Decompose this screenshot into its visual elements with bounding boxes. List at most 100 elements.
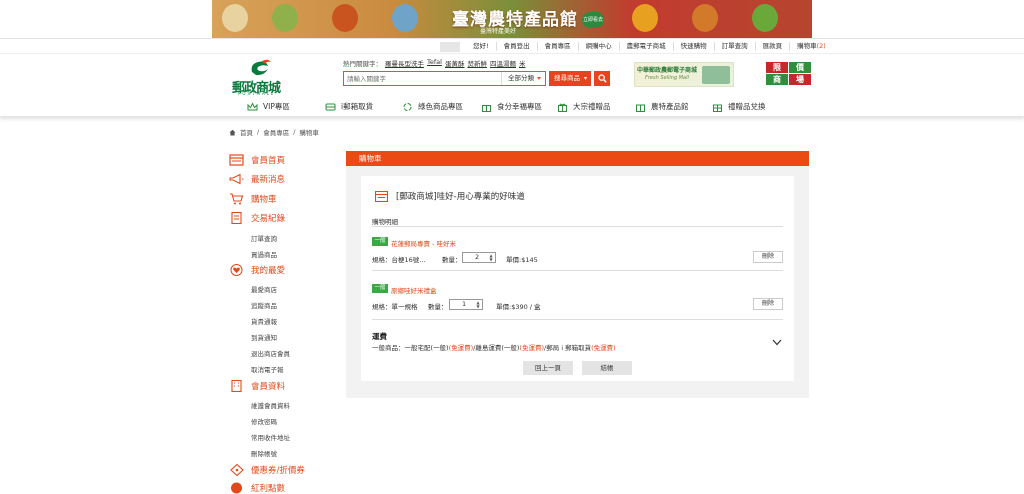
nav-ibox[interactable]: i郵箱取貨 xyxy=(325,101,373,112)
top-banner[interactable]: 臺灣農特產品館 臺灣特產美好 立即看去 xyxy=(212,0,812,38)
sidebar-arrival-notice[interactable]: 到貨通知 xyxy=(251,332,277,342)
agri-mall-link[interactable]: 農郵電子商城 xyxy=(620,42,674,51)
quantity-stepper[interactable]: 2 ▲ ▼ xyxy=(462,252,496,263)
sidebar-coupons[interactable]: 優惠券/折價券 xyxy=(229,464,305,476)
search-box: 全部分類 xyxy=(343,71,546,86)
sidebar-bought-items[interactable]: 買過商品 xyxy=(251,249,277,259)
sidebar-label: 交易紀錄 xyxy=(251,214,286,224)
back-button[interactable]: 回上一頁 xyxy=(523,361,573,375)
breadcrumb: 首頁 / 會員專區 / 購物車 xyxy=(229,127,319,137)
nav-agri-products[interactable]: 農特產品館 xyxy=(635,101,689,112)
promo-badge[interactable]: 限 價 商 場 xyxy=(764,62,812,88)
breadcrumb-member[interactable]: 會員專區 xyxy=(263,127,289,137)
sidebar-fav-shops[interactable]: 最愛商店 xyxy=(251,284,277,294)
nav-gift-exchange[interactable]: 禮贈品兌換 xyxy=(712,101,766,112)
sidebar-price-alert[interactable]: 貨貴通報 xyxy=(251,316,277,326)
sidebar-label: 會員資料 xyxy=(251,382,286,392)
remit-link[interactable]: 匯款頁 xyxy=(756,42,791,51)
delete-button[interactable]: 刪除 xyxy=(753,251,783,263)
checkout-button[interactable]: 結帳 xyxy=(582,361,632,375)
quantity-stepper[interactable]: 1 ▲ ▼ xyxy=(449,299,483,310)
item-price: 單價:$390 / 盒 xyxy=(496,303,541,311)
agri-mall-ad[interactable]: 中華郵政農郵電子商城 Fresh Selling Mall xyxy=(634,62,734,87)
hot-keyword[interactable]: 四溫湯麵 xyxy=(490,58,516,68)
nav-label: 食分幸福專區 xyxy=(497,102,542,111)
postmall-logo[interactable]: 郵政商城 POSTMALL xyxy=(232,58,288,96)
nav-label: 農特產品館 xyxy=(651,102,689,111)
breadcrumb-current: 購物車 xyxy=(299,129,319,137)
receipt-icon xyxy=(231,212,242,224)
sidebar-favorites[interactable]: 我的最愛 xyxy=(229,264,285,276)
nav-label: 綠色商品專區 xyxy=(418,102,463,111)
quick-buy-link[interactable]: 快速購物 xyxy=(674,42,715,51)
hot-keyword[interactable]: 米 xyxy=(519,58,526,68)
banner-button[interactable]: 立即看去 xyxy=(582,12,604,28)
sidebar-cart[interactable]: 購物車 xyxy=(229,193,277,205)
promo-char: 場 xyxy=(789,74,811,85)
sidebar-delete-account[interactable]: 刪除帳號 xyxy=(251,448,277,458)
quantity-label: 數量： xyxy=(442,256,462,264)
banner-lantern-image xyxy=(632,4,658,32)
heart-icon xyxy=(230,264,243,276)
sidebar-transactions[interactable]: 交易紀錄 xyxy=(229,212,285,224)
cart-card: [郵政商城]哇好-用心專業的好味道 購物明細 一般 花蓮郵局專賣 - 哇好米 規… xyxy=(361,176,794,381)
banner-fish-image xyxy=(392,4,418,32)
logout-link[interactable]: 會員登出 xyxy=(497,42,538,51)
sidebar-tracked-items[interactable]: 追蹤商品 xyxy=(251,300,277,310)
sidebar-unsubscribe[interactable]: 取消電子報 xyxy=(251,364,284,374)
chevron-down-icon[interactable] xyxy=(772,339,782,346)
sidebar-addresses[interactable]: 常用收件地址 xyxy=(251,432,290,442)
sidebar-member-data[interactable]: 會員資料 xyxy=(229,380,285,392)
member-area-link[interactable]: 會員專區 xyxy=(538,42,579,51)
sidebar-points[interactable]: 紅利點數 xyxy=(229,482,285,494)
sidebar-leave-shop[interactable]: 退出商店會員 xyxy=(251,348,290,358)
nav-vip[interactable]: VIP專區 xyxy=(247,101,290,112)
sidebar-change-password[interactable]: 修改密碼 xyxy=(251,416,277,426)
promo-char: 價 xyxy=(789,62,811,73)
user-name-placeholder xyxy=(440,42,460,52)
gift-box-icon xyxy=(558,103,567,112)
breadcrumb-home[interactable]: 首頁 xyxy=(240,127,253,137)
sidebar-label: 紅利點數 xyxy=(251,484,286,494)
item-name[interactable]: 原鄉哇好米禮盒 xyxy=(391,285,437,295)
hot-keyword[interactable]: Tefal xyxy=(427,58,442,68)
banner-food-image xyxy=(222,4,248,32)
hot-keyword[interactable]: 焚新鮮 xyxy=(467,58,487,68)
breadcrumb-separator: / xyxy=(257,128,260,136)
search-input[interactable] xyxy=(344,72,501,85)
nav-happiness[interactable]: 食分幸福專區 xyxy=(481,101,542,112)
logo-subtext: POSTMALL xyxy=(238,91,276,96)
stepper-arrows-icon[interactable]: ▲ ▼ xyxy=(475,301,481,309)
shipping-text: /郵局 i 郵箱取貨 xyxy=(544,344,592,352)
stepper-arrows-icon[interactable]: ▲ ▼ xyxy=(488,254,494,262)
shipping-text: 一般商品：一般宅配(一般) xyxy=(372,344,449,352)
order-query-link[interactable]: 訂單查詢 xyxy=(715,42,756,51)
site-header: 郵政商城 POSTMALL 熱門關鍵字： 羅曼長型洗手 Tefal 蛋黃酥 焚新… xyxy=(0,55,1024,97)
item-type-tag: 一般 xyxy=(372,284,388,293)
search-products-button[interactable]: 搜尋商品 xyxy=(549,71,591,86)
cart-link[interactable]: 購物車(2) xyxy=(790,42,833,51)
sidebar-label: 優惠券/折價券 xyxy=(251,466,305,476)
nav-green[interactable]: 綠色商品專區 xyxy=(402,101,463,112)
sidebar-edit-profile[interactable]: 維護會員資料 xyxy=(251,400,290,410)
top-link-bar: 您好! 會員登出 會員專區 網購中心 農郵電子商城 快速購物 訂單查詢 匯款頁 … xyxy=(0,38,1024,54)
nav-bulk-gifts[interactable]: 大宗禮贈品 xyxy=(557,101,611,112)
item-name[interactable]: 花蓮郵局專賣 - 哇好米 xyxy=(391,238,456,248)
ad-subtitle: Fresh Selling Mall xyxy=(645,75,689,81)
coupon-icon xyxy=(230,464,244,476)
sidebar-news[interactable]: 最新消息 xyxy=(229,173,285,185)
search-category-select[interactable]: 全部分類 xyxy=(501,72,545,85)
hot-keyword[interactable]: 羅曼長型洗手 xyxy=(385,58,424,68)
sidebar-label: 購物車 xyxy=(251,195,277,205)
free-shipping-text: (免運費) xyxy=(448,344,474,352)
shop-icon xyxy=(375,190,388,202)
shop-name[interactable]: [郵政商城]哇好-用心專業的好味道 xyxy=(396,190,525,202)
hot-keyword[interactable]: 蛋黃酥 xyxy=(445,58,465,68)
divider xyxy=(372,226,783,227)
shopping-center-link[interactable]: 網購中心 xyxy=(579,42,620,51)
sidebar-order-query[interactable]: 訂單查詢 xyxy=(251,233,277,243)
detail-label: 購物明細 xyxy=(372,218,398,226)
search-button[interactable] xyxy=(594,71,610,86)
delete-button[interactable]: 刪除 xyxy=(753,298,783,310)
sidebar-member-home[interactable]: 會員首頁 xyxy=(229,154,285,166)
